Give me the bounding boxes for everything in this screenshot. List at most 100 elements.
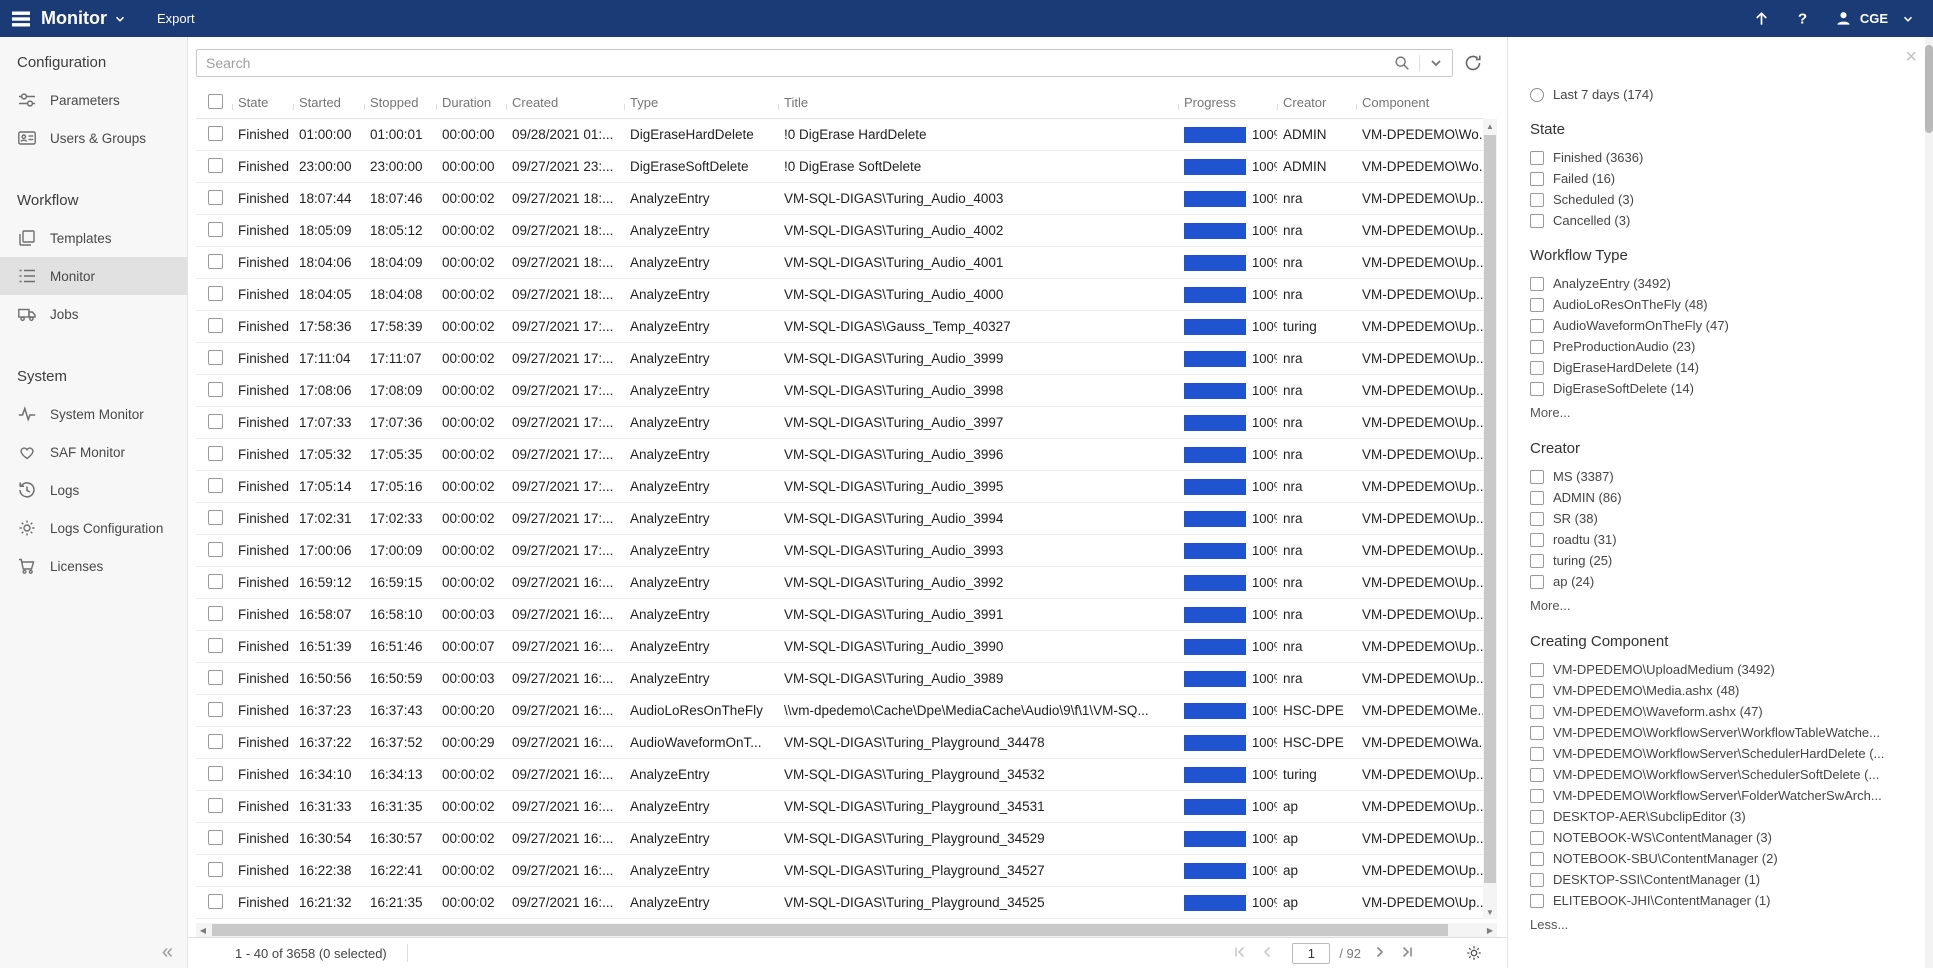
table-row[interactable]: Finished 17:08:06 17:08:09 00:00:02 09/2… — [196, 375, 1483, 407]
horizontal-scroll-thumb[interactable] — [212, 924, 1448, 936]
filter-option[interactable]: ELITEBOOK-JHI\ContentManager (1) — [1530, 890, 1933, 911]
filter-option[interactable]: VM-DPEDEMO\Media.ashx (48) — [1530, 680, 1933, 701]
table-row[interactable]: Finished 17:02:31 17:02:33 00:00:02 09/2… — [196, 503, 1483, 535]
table-row[interactable]: Finished 16:31:33 16:31:35 00:00:02 09/2… — [196, 791, 1483, 823]
filter-option[interactable]: VM-DPEDEMO\Waveform.ashx (47) — [1530, 701, 1933, 722]
filter-checkbox[interactable] — [1530, 894, 1544, 908]
row-checkbox[interactable] — [208, 798, 223, 813]
help-icon[interactable]: ? — [1793, 9, 1812, 28]
table-row[interactable]: Finished 16:58:07 16:58:10 00:00:03 09/2… — [196, 599, 1483, 631]
row-checkbox[interactable] — [208, 350, 223, 365]
search-input[interactable] — [197, 54, 1393, 72]
row-checkbox[interactable] — [208, 638, 223, 653]
filter-option[interactable]: NOTEBOOK-WS\ContentManager (3) — [1530, 827, 1933, 848]
table-horizontal-scrollbar[interactable]: ◀ ▶ — [196, 923, 1497, 937]
column-header-duration[interactable]: Duration — [436, 95, 506, 110]
filter-checkbox[interactable] — [1530, 831, 1544, 845]
filter-checkbox[interactable] — [1530, 298, 1544, 312]
filter-checkbox[interactable] — [1530, 768, 1544, 782]
sidebar-item-system-monitor[interactable]: System Monitor — [0, 395, 187, 433]
filter-checkbox[interactable] — [1530, 873, 1544, 887]
time-filter-radio[interactable] — [1530, 88, 1544, 102]
title-chevron-down-icon[interactable] — [113, 12, 127, 26]
table-row[interactable]: Finished 17:05:32 17:05:35 00:00:02 09/2… — [196, 439, 1483, 471]
row-checkbox[interactable] — [208, 894, 223, 909]
table-row[interactable]: Finished 17:58:36 17:58:39 00:00:02 09/2… — [196, 311, 1483, 343]
sidebar-item-jobs[interactable]: Jobs — [0, 295, 187, 333]
user-menu[interactable]: CGE — [1834, 9, 1915, 28]
row-checkbox[interactable] — [208, 126, 223, 141]
filter-option[interactable]: roadtu (31) — [1530, 529, 1933, 550]
export-menu-item[interactable]: Export — [157, 11, 195, 26]
filter-checkbox[interactable] — [1530, 684, 1544, 698]
table-row[interactable]: Finished 16:37:23 16:37:43 00:00:20 09/2… — [196, 695, 1483, 727]
row-checkbox[interactable] — [208, 190, 223, 205]
table-row[interactable]: Finished 18:07:44 18:07:46 00:00:02 09/2… — [196, 183, 1483, 215]
scroll-right-icon[interactable]: ▶ — [1483, 923, 1497, 937]
filter-checkbox[interactable] — [1530, 852, 1544, 866]
table-row[interactable]: Finished 16:30:54 16:30:57 00:00:02 09/2… — [196, 823, 1483, 855]
filter-option[interactable]: VM-DPEDEMO\WorkflowServer\SchedulerHardD… — [1530, 743, 1933, 764]
column-header-type[interactable]: Type — [624, 95, 778, 110]
first-page-button[interactable] — [1232, 944, 1250, 962]
table-row[interactable]: Finished 17:05:14 17:05:16 00:00:02 09/2… — [196, 471, 1483, 503]
search-chevron-down-icon[interactable] — [1428, 55, 1444, 71]
filter-less-link[interactable]: Less... — [1530, 917, 1933, 936]
filters-scroll-thumb[interactable] — [1925, 45, 1933, 133]
sidebar-collapse-button[interactable]: « — [162, 941, 173, 964]
row-checkbox[interactable] — [208, 702, 223, 717]
row-checkbox[interactable] — [208, 318, 223, 333]
table-row[interactable]: Finished 18:04:06 18:04:09 00:00:02 09/2… — [196, 247, 1483, 279]
column-header-stopped[interactable]: Stopped — [364, 95, 436, 110]
sidebar-item-saf-monitor[interactable]: SAF Monitor — [0, 433, 187, 471]
filter-option[interactable]: Failed (16) — [1530, 168, 1933, 189]
row-checkbox[interactable] — [208, 670, 223, 685]
filter-option[interactable]: DigEraseHardDelete (14) — [1530, 357, 1933, 378]
row-checkbox[interactable] — [208, 734, 223, 749]
table-row[interactable]: Finished 17:00:06 17:00:09 00:00:02 09/2… — [196, 535, 1483, 567]
scroll-up-icon[interactable]: ▲ — [1483, 119, 1497, 133]
column-header-title[interactable]: Title — [778, 95, 1178, 110]
filter-option[interactable]: SR (38) — [1530, 508, 1933, 529]
next-page-button[interactable] — [1371, 944, 1389, 962]
sidebar-item-templates[interactable]: Templates — [0, 219, 187, 257]
filter-checkbox[interactable] — [1530, 789, 1544, 803]
last-page-button[interactable] — [1399, 944, 1417, 962]
filter-checkbox[interactable] — [1530, 361, 1544, 375]
filter-option[interactable]: ADMIN (86) — [1530, 487, 1933, 508]
scroll-left-icon[interactable]: ◀ — [196, 923, 210, 937]
table-row[interactable]: Finished 16:34:10 16:34:13 00:00:02 09/2… — [196, 759, 1483, 791]
vertical-scroll-thumb[interactable] — [1484, 135, 1496, 883]
row-checkbox[interactable] — [208, 862, 223, 877]
filter-option[interactable]: Cancelled (3) — [1530, 210, 1933, 231]
table-row[interactable]: Finished 18:05:09 18:05:12 00:00:02 09/2… — [196, 215, 1483, 247]
column-header-creator[interactable]: Creator — [1277, 95, 1356, 110]
column-header-created[interactable]: Created — [506, 95, 624, 110]
row-checkbox[interactable] — [208, 222, 223, 237]
table-row[interactable]: Finished 16:59:12 16:59:15 00:00:02 09/2… — [196, 567, 1483, 599]
row-checkbox[interactable] — [208, 510, 223, 525]
row-checkbox[interactable] — [208, 766, 223, 781]
column-header-started[interactable]: Started — [293, 95, 364, 110]
row-checkbox[interactable] — [208, 542, 223, 557]
filter-checkbox[interactable] — [1530, 151, 1544, 165]
filter-checkbox[interactable] — [1530, 319, 1544, 333]
filter-checkbox[interactable] — [1530, 747, 1544, 761]
filter-option[interactable]: VM-DPEDEMO\WorkflowServer\FolderWatcherS… — [1530, 785, 1933, 806]
filter-option[interactable]: AudioWaveformOnTheFly (47) — [1530, 315, 1933, 336]
refresh-icon[interactable] — [1463, 53, 1483, 73]
filter-checkbox[interactable] — [1530, 470, 1544, 484]
filter-checkbox[interactable] — [1530, 382, 1544, 396]
sidebar-item-logs[interactable]: Logs — [0, 471, 187, 509]
column-header-component[interactable]: Component — [1356, 95, 1483, 110]
close-icon[interactable]: × — [1905, 47, 1917, 67]
table-row[interactable]: Finished 16:37:22 16:37:52 00:00:29 09/2… — [196, 727, 1483, 759]
row-checkbox[interactable] — [208, 446, 223, 461]
row-checkbox[interactable] — [208, 382, 223, 397]
table-row[interactable]: Finished 01:00:00 01:00:01 00:00:00 09/2… — [196, 119, 1483, 151]
row-checkbox[interactable] — [208, 286, 223, 301]
table-row[interactable]: Finished 16:22:38 16:22:41 00:00:02 09/2… — [196, 855, 1483, 887]
row-checkbox[interactable] — [208, 830, 223, 845]
filter-option[interactable]: Finished (3636) — [1530, 147, 1933, 168]
filter-checkbox[interactable] — [1530, 277, 1544, 291]
